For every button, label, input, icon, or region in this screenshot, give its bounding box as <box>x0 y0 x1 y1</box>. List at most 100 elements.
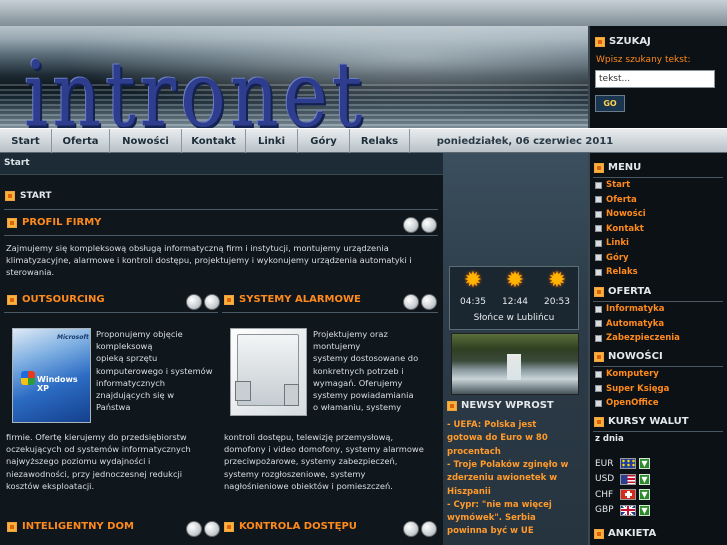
al-rest-line: nagłośnieniowe obiektów i pomieszczeń. <box>224 480 393 491</box>
nowosci-link-super-ksi-ga[interactable]: Super Księga <box>595 384 669 394</box>
out-line-line: kompleksową <box>96 341 153 352</box>
menu-link-label: Linki <box>606 238 629 248</box>
nowosci-link-komputery[interactable]: Komputery <box>595 369 659 379</box>
menu-link-g-ry[interactable]: Góry <box>595 253 629 263</box>
out-line-line: informatycznych <box>96 377 166 388</box>
sun-noon: ✹ 12:44 <box>495 269 535 309</box>
menu-link-label: Relaks <box>606 267 638 277</box>
oferta-heading: OFERTA <box>594 286 651 297</box>
section-square-icon <box>594 351 604 362</box>
kursy-heading: KURSY WALUT <box>594 416 689 427</box>
news-item-line[interactable]: gotowa do Euro w 80 <box>447 432 583 445</box>
out-line-line: Proponujemy objęcie <box>96 329 183 339</box>
nav-kontakt[interactable]: Kontakt <box>182 129 246 153</box>
page: intronet SZUKAJ Wpisz szukany tekst: GO … <box>0 0 727 545</box>
nav-start[interactable]: Start <box>0 129 52 153</box>
currency-row: CHF ▼ <box>595 489 650 500</box>
print-icon[interactable] <box>403 217 419 233</box>
email-icon[interactable] <box>421 521 437 537</box>
al-rest-line: domofony i video domofony, systemy alarm… <box>224 444 424 455</box>
bullet-icon <box>595 385 602 392</box>
menu-link-relaks[interactable]: Relaks <box>595 267 638 277</box>
sun-label: Słońce w Lublińcu <box>473 313 555 323</box>
section-square-icon <box>5 191 15 201</box>
menu-link-oferta[interactable]: Oferta <box>595 195 637 205</box>
currency-code: GBP <box>595 505 614 515</box>
menu-link-start[interactable]: Start <box>595 180 630 190</box>
al-line-line: Projektujemy oraz <box>313 329 388 339</box>
alarmowe-heading: SYSTEMY ALARMOWE <box>224 294 361 305</box>
section-square-icon <box>224 294 234 305</box>
email-icon[interactable] <box>421 217 437 233</box>
bullet-icon <box>595 210 602 218</box>
ch-flag-icon <box>620 489 636 500</box>
al-line-line: konkretnych potrzeb i <box>313 365 404 376</box>
news-item-line[interactable]: zderzeniu awionetek w <box>447 472 583 485</box>
nav-linki[interactable]: Linki <box>246 129 298 153</box>
email-icon[interactable] <box>204 521 220 537</box>
news-item-line[interactable]: powinna być w UE <box>447 525 583 538</box>
sun-icon: ✹ <box>505 268 525 293</box>
profil-title: PROFIL FIRMY <box>22 217 102 228</box>
section-square-icon <box>7 294 17 305</box>
site-logo[interactable]: intronet <box>24 49 366 128</box>
news-item-line[interactable]: wymówek". Serbia <box>447 512 583 525</box>
outsourcing-heading: OUTSOURCING <box>7 294 105 305</box>
currency-row: EUR ▼ <box>595 458 650 469</box>
us-flag-icon <box>620 473 636 485</box>
al-line-line: wymagań. Oferujemy <box>313 377 403 388</box>
sun-icon: ✹ <box>463 268 483 293</box>
al-line-line: systemy dostosowane do <box>313 353 419 364</box>
top-strip <box>0 0 727 26</box>
bullet-icon <box>595 254 602 261</box>
oferta-link-zabezpieczenia[interactable]: Zabezpieczenia <box>595 333 680 343</box>
menu-link-nowo-ci[interactable]: Nowości <box>595 209 646 219</box>
nav-oferta[interactable]: Oferta <box>52 129 110 153</box>
eu-flag-icon <box>620 458 636 469</box>
bullet-icon <box>595 181 602 189</box>
print-icon[interactable] <box>186 521 202 537</box>
bullet-icon <box>595 320 602 327</box>
out-rest-line: kosztów eksploatacji. <box>6 480 95 491</box>
oferta-link-automatyka[interactable]: Automatyka <box>595 319 664 329</box>
alarm-panel-image <box>230 328 307 416</box>
search-label: Wpisz szukany tekst: <box>596 55 691 65</box>
news-item-line[interactable]: Hiszpanii <box>447 486 583 499</box>
out-line-line: Państwa <box>96 402 131 413</box>
sunrise: ✹ 04:35 <box>453 269 493 309</box>
nav-nowosci[interactable]: Nowości <box>110 129 182 153</box>
rate-down-arrow-icon: ▼ <box>639 504 650 516</box>
news-item-line[interactable]: - Troje Polaków zginęło w <box>447 459 583 472</box>
currency-row: USD ▼ <box>595 473 650 485</box>
news-item-line[interactable]: - UEFA: Polska jest <box>447 419 583 432</box>
news-item-line[interactable]: - Cypr: "nie ma więcej <box>447 499 583 512</box>
search-input[interactable] <box>595 70 715 88</box>
bullet-icon <box>595 196 602 203</box>
oferta-link-informatyka[interactable]: Informatyka <box>595 304 665 314</box>
waterfall-photo <box>451 333 579 395</box>
email-icon[interactable] <box>204 294 220 310</box>
section-square-icon <box>594 286 604 297</box>
print-icon[interactable] <box>403 294 419 310</box>
alarmowe-tools <box>403 294 437 310</box>
menu-link-kontakt[interactable]: Kontakt <box>595 224 644 234</box>
nowosci-link-label: Komputery <box>606 369 659 379</box>
current-date: poniedziałek, 06 czerwiec 2011 <box>436 135 614 147</box>
print-icon[interactable] <box>186 294 202 310</box>
out-line-line: znajdujących się w <box>96 390 175 400</box>
print-icon[interactable] <box>403 521 419 537</box>
nowosci-link-openoffice[interactable]: OpenOffice <box>595 398 659 408</box>
nav-gory[interactable]: Góry <box>298 129 350 153</box>
currency-row: GBP ▼ <box>595 504 650 516</box>
al-line-line: systemy powiadamiania <box>313 390 414 400</box>
news-heading: NEWSY WPROST <box>447 400 554 411</box>
menu-link-linki[interactable]: Linki <box>595 238 629 248</box>
bullet-icon <box>595 305 602 313</box>
nav-relaks[interactable]: Relaks <box>350 129 410 153</box>
kontrola-heading: KONTROLA DOSTĘPU <box>224 521 357 532</box>
news-item-line[interactable]: procentach <box>447 446 583 459</box>
section-square-icon <box>7 217 17 228</box>
rate-down-arrow-icon: ▼ <box>639 473 650 485</box>
go-button[interactable]: GO <box>595 95 625 112</box>
email-icon[interactable] <box>421 294 437 310</box>
